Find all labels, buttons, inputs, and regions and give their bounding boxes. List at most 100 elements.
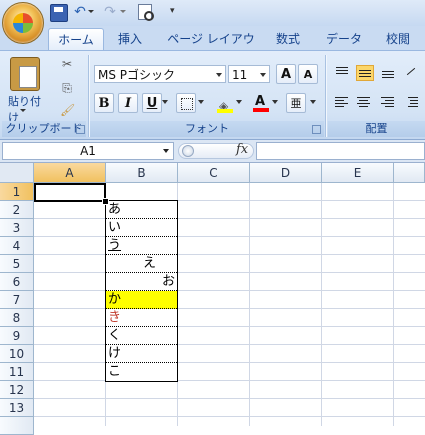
tab-page-layout[interactable]: ページ レイアウト: [162, 28, 260, 68]
chevron-down-icon[interactable]: [216, 73, 222, 80]
row-header-8[interactable]: 8: [0, 309, 34, 327]
align-right-icon[interactable]: [380, 95, 396, 109]
shrink-font-button[interactable]: A: [298, 64, 318, 84]
office-button[interactable]: [2, 2, 44, 44]
row-header-14[interactable]: [0, 417, 34, 435]
font-dialog-launcher-icon[interactable]: [312, 125, 321, 134]
row-header-5[interactable]: 5: [0, 255, 34, 273]
phonetic-guide-button[interactable]: 亜: [286, 93, 306, 113]
row-header-1[interactable]: 1: [0, 183, 34, 201]
column-header-b[interactable]: B: [106, 163, 178, 183]
row-header-6[interactable]: 6: [0, 273, 34, 291]
gridline: [34, 416, 425, 417]
cut-icon[interactable]: ✂: [60, 57, 74, 71]
decrease-indent-icon[interactable]: [404, 95, 420, 109]
align-bottom-icon[interactable]: [380, 65, 396, 79]
select-all-corner[interactable]: [0, 163, 34, 183]
tab-review[interactable]: 校閲: [378, 28, 418, 50]
italic-button[interactable]: I: [118, 93, 138, 113]
clipboard-group-label: クリップボード: [2, 121, 86, 137]
font-name-value: MS Pゴシック: [98, 68, 176, 82]
save-icon[interactable]: [50, 4, 68, 22]
row-header-9[interactable]: 9: [0, 327, 34, 345]
fill-color-dropdown-icon[interactable]: [236, 100, 242, 107]
worksheet-grid[interactable]: A B C D E 1 2 3 4 5 6 7 8 9 10 11 12 13 …: [0, 163, 425, 435]
row-header-10[interactable]: 10: [0, 345, 34, 363]
redo-dropdown-icon[interactable]: [120, 10, 126, 16]
font-color-dropdown-icon[interactable]: [272, 100, 278, 107]
gridline: [34, 380, 425, 381]
bold-button[interactable]: B: [94, 93, 114, 113]
fill-color-button[interactable]: ◈: [214, 93, 234, 113]
formula-bar: A1 fx: [0, 140, 425, 163]
tab-home[interactable]: ホーム: [48, 28, 104, 51]
print-preview-icon[interactable]: [138, 4, 154, 21]
underline-button[interactable]: U: [142, 93, 162, 113]
paint-bucket-icon: ◈: [219, 99, 229, 113]
name-box-dropdown-icon[interactable]: [163, 149, 169, 156]
cell-range-border: [105, 200, 178, 382]
font-group-label: フォント: [90, 121, 324, 137]
gridline: [34, 254, 425, 255]
gridline: [34, 218, 425, 219]
paste-dropdown-icon[interactable]: [20, 109, 26, 115]
redo-icon[interactable]: ↷: [102, 4, 118, 20]
gridline: [34, 236, 425, 237]
undo-dropdown-icon[interactable]: [88, 10, 94, 16]
gridline: [34, 272, 425, 273]
gridline: [249, 183, 250, 426]
gridline: [393, 183, 394, 426]
gridline: [34, 290, 425, 291]
customize-qat-icon[interactable]: ▾: [170, 6, 175, 16]
format-painter-icon[interactable]: 🖌: [60, 103, 75, 117]
copy-icon[interactable]: ⎘: [60, 81, 74, 95]
ribbon: 貼り付け ✂ ⎘ 🖌 クリップボード MS Pゴシック 11 A A B I U…: [0, 50, 425, 140]
row-header-2[interactable]: 2: [0, 201, 34, 219]
font-color-swatch: [253, 108, 269, 112]
column-header-f[interactable]: [394, 163, 425, 183]
row-header-13[interactable]: 13: [0, 399, 34, 417]
gridline: [34, 308, 425, 309]
gridline: [34, 362, 425, 363]
undo-icon[interactable]: ↶: [72, 4, 88, 20]
row-header-3[interactable]: 3: [0, 219, 34, 237]
expand-circle-icon[interactable]: [182, 145, 194, 157]
font-size-combo[interactable]: 11: [228, 65, 270, 83]
clipboard-dialog-launcher-icon[interactable]: [76, 125, 85, 134]
font-color-button[interactable]: A: [250, 91, 270, 112]
align-top-icon[interactable]: [334, 65, 350, 79]
formula-input[interactable]: [256, 142, 425, 160]
borders-button[interactable]: [176, 93, 196, 113]
borders-dropdown-icon[interactable]: [198, 100, 204, 107]
column-header-c[interactable]: C: [178, 163, 250, 183]
active-cell-selection[interactable]: [34, 183, 106, 202]
title-bar: ↶ ↷ ▾: [0, 0, 425, 27]
tab-insert[interactable]: 挿入: [112, 28, 148, 50]
gridline: [34, 398, 425, 399]
column-header-d[interactable]: D: [250, 163, 322, 183]
tab-formulas[interactable]: 数式: [268, 28, 308, 50]
insert-function-icon[interactable]: fx: [236, 142, 248, 157]
tab-data[interactable]: データ: [320, 28, 368, 50]
font-color-icon: A: [254, 94, 266, 109]
name-box[interactable]: A1: [2, 142, 174, 160]
chevron-down-icon[interactable]: [260, 73, 266, 80]
gridline: [34, 326, 425, 327]
column-header-a[interactable]: A: [34, 163, 106, 183]
paste-icon[interactable]: [10, 57, 40, 91]
office-logo-icon: [13, 13, 33, 33]
row-header-11[interactable]: 11: [0, 363, 34, 381]
align-left-icon[interactable]: [334, 95, 350, 109]
phonetic-dropdown-icon[interactable]: [310, 100, 316, 107]
fill-handle[interactable]: [102, 198, 109, 205]
align-center-icon[interactable]: [356, 95, 372, 109]
font-name-combo[interactable]: MS Pゴシック: [94, 65, 226, 83]
row-header-7[interactable]: 7: [0, 291, 34, 309]
orientation-icon[interactable]: [404, 65, 420, 79]
align-middle-icon[interactable]: [356, 65, 374, 81]
underline-dropdown-icon[interactable]: [162, 100, 168, 107]
row-header-4[interactable]: 4: [0, 237, 34, 255]
grow-font-button[interactable]: A: [276, 64, 296, 84]
row-header-12[interactable]: 12: [0, 381, 34, 399]
column-header-e[interactable]: E: [322, 163, 394, 183]
